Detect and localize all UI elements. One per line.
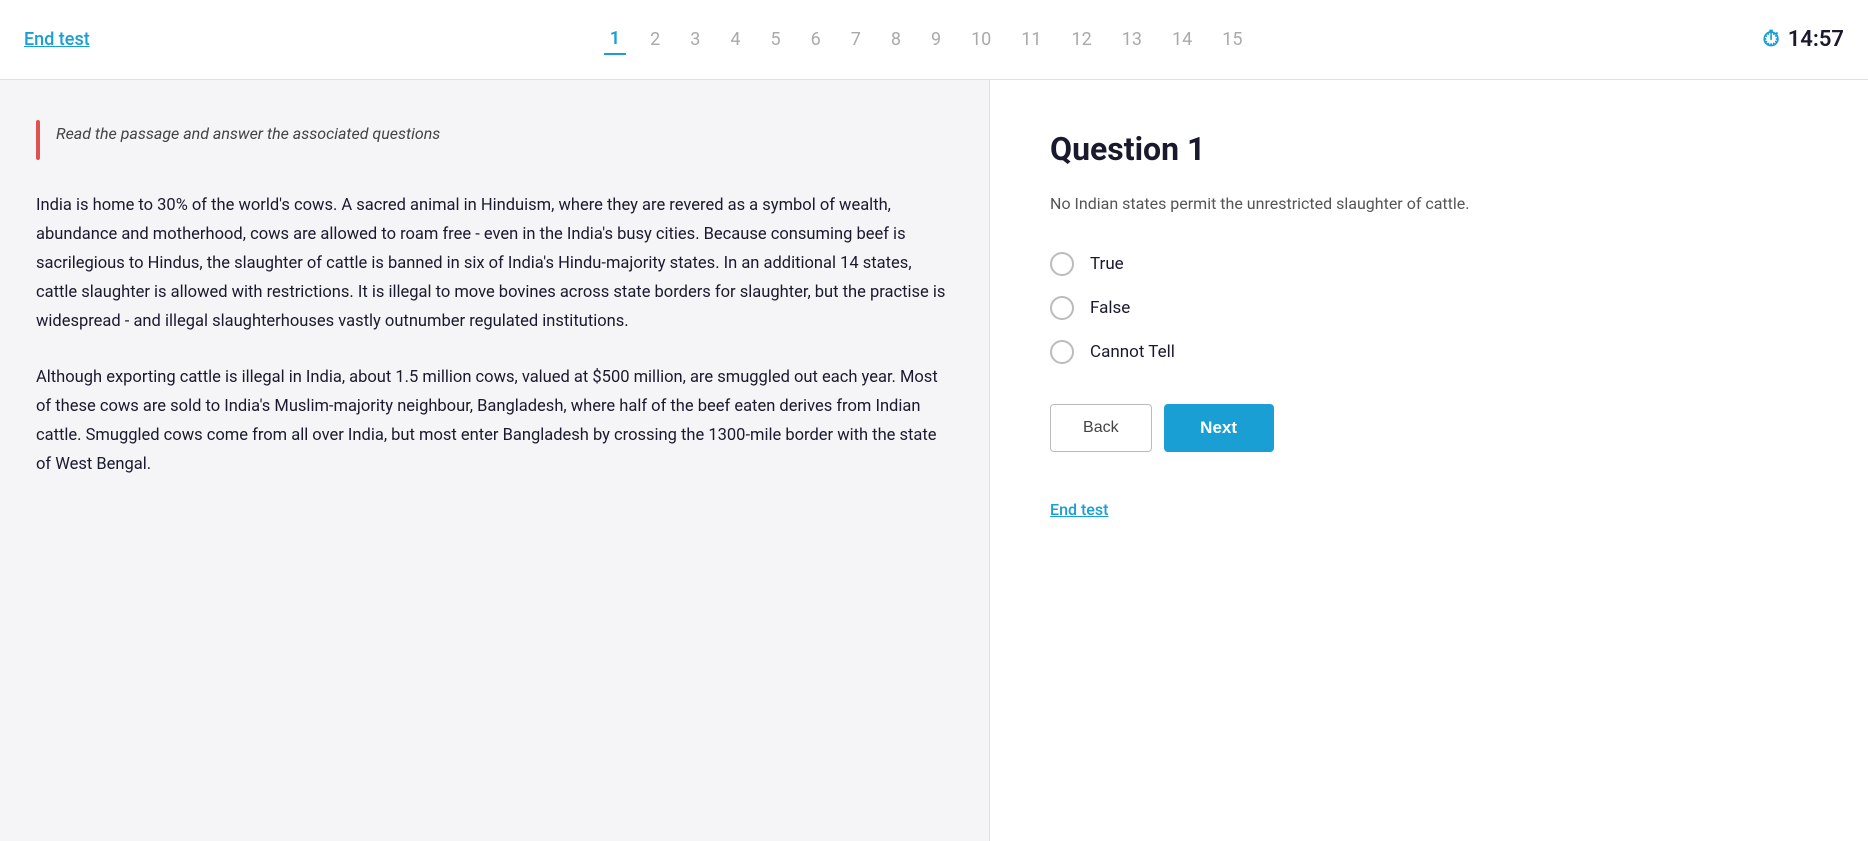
end-test-link-top[interactable]: End test [24, 29, 90, 50]
radio-cannot-tell [1050, 340, 1074, 364]
main-content: Read the passage and answer the associat… [0, 80, 1868, 841]
next-button[interactable]: Next [1164, 404, 1274, 452]
option-label-true: True [1090, 254, 1124, 274]
option-label-cannot-tell: Cannot Tell [1090, 342, 1175, 362]
option-label-false: False [1090, 298, 1130, 318]
question-nav-item-1[interactable]: 1 [604, 24, 626, 55]
question-nav-item-7[interactable]: 7 [845, 25, 867, 54]
question-title: Question 1 [1050, 130, 1808, 168]
passage-text: India is home to 30% of the world's cows… [36, 192, 953, 480]
timer-value: 14:57 [1788, 27, 1844, 52]
question-nav-item-2[interactable]: 2 [644, 25, 666, 54]
passage-paragraph-2: Although exporting cattle is illegal in … [36, 364, 953, 480]
passage-panel: Read the passage and answer the associat… [0, 80, 990, 841]
options-list: True False Cannot Tell [1050, 252, 1808, 364]
back-button[interactable]: Back [1050, 404, 1152, 452]
question-nav-item-10[interactable]: 10 [965, 25, 997, 54]
question-nav-item-9[interactable]: 9 [925, 25, 947, 54]
question-nav-item-3[interactable]: 3 [684, 25, 706, 54]
radio-false [1050, 296, 1074, 320]
question-nav-item-6[interactable]: 6 [805, 25, 827, 54]
timer: ⏱ 14:57 [1763, 27, 1844, 52]
passage-instruction: Read the passage and answer the associat… [36, 120, 953, 160]
radio-true [1050, 252, 1074, 276]
question-nav-item-15[interactable]: 15 [1216, 25, 1248, 54]
option-true[interactable]: True [1050, 252, 1808, 276]
option-cannot-tell[interactable]: Cannot Tell [1050, 340, 1808, 364]
question-body: No Indian states permit the unrestricted… [1050, 192, 1808, 216]
question-nav-item-12[interactable]: 12 [1066, 25, 1098, 54]
action-buttons: Back Next [1050, 404, 1808, 452]
question-nav-item-5[interactable]: 5 [764, 25, 786, 54]
option-false[interactable]: False [1050, 296, 1808, 320]
question-nav-item-14[interactable]: 14 [1166, 25, 1198, 54]
timer-icon: ⏱ [1763, 27, 1780, 52]
question-nav-item-4[interactable]: 4 [724, 25, 746, 54]
question-nav-item-8[interactable]: 8 [885, 25, 907, 54]
top-bar: End test 123456789101112131415 ⏱ 14:57 [0, 0, 1868, 80]
question-panel: Question 1 No Indian states permit the u… [990, 80, 1868, 841]
question-nav-item-13[interactable]: 13 [1116, 25, 1148, 54]
instruction-text: Read the passage and answer the associat… [56, 120, 440, 143]
question-nav: 123456789101112131415 [604, 24, 1249, 55]
end-test-link-bottom[interactable]: End test [1050, 500, 1108, 519]
question-nav-item-11[interactable]: 11 [1015, 25, 1047, 54]
instruction-bar-decoration [36, 120, 40, 160]
passage-paragraph-1: India is home to 30% of the world's cows… [36, 192, 953, 336]
